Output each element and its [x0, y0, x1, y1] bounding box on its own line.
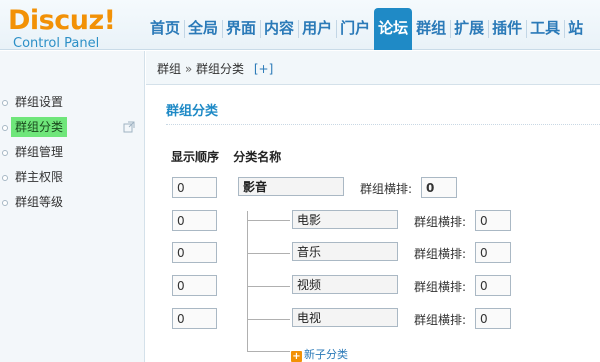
order-input[interactable] [172, 308, 217, 329]
nav-tab-site[interactable]: 站 [564, 8, 587, 50]
nav-tab-portal[interactable]: 门户 [336, 8, 374, 50]
column-header-name: 分类名称 [233, 150, 282, 164]
nav-tab-style[interactable]: 界面 [222, 8, 260, 50]
breadcrumb-add-button[interactable]: [+] [254, 62, 273, 76]
section-title: 群组分类 [166, 104, 219, 119]
bullet-icon [2, 125, 8, 131]
sidebar-item-owner-permissions[interactable]: 群主权限 [0, 165, 145, 190]
nav-tab-plugin[interactable]: 插件 [488, 8, 526, 50]
tree-connector [248, 319, 290, 320]
sidebar-menu: 群组设置 群组分类 群组管理 群主权限 群组等级 [0, 90, 145, 215]
sidebar-item-group-levels[interactable]: 群组等级 [0, 190, 145, 215]
breadcrumb-current: 群组分类 [196, 62, 245, 76]
discuz-logo[interactable]: Discuz! Control Panel [8, 5, 146, 51]
bullet-icon [2, 100, 8, 106]
per-row-input[interactable] [475, 275, 511, 296]
top-header: Discuz! Control Panel 首页 全局 界面 内容 用户 门户 … [0, 0, 600, 51]
breadcrumb-bar: 群组 » 群组分类 [+] [146, 51, 600, 85]
breadcrumb-root[interactable]: 群组 [157, 62, 181, 76]
add-subcategory-label: 新子分类 [304, 348, 348, 361]
nav-tab-global[interactable]: 全局 [184, 8, 222, 50]
nav-tab-extended[interactable]: 扩展 [450, 8, 488, 50]
tree-connector-vertical [247, 211, 248, 352]
sidebar-item-label: 群组等级 [15, 195, 64, 209]
per-row-input[interactable] [421, 177, 457, 198]
sidebar: 群组设置 群组分类 群组管理 群主权限 群组等级 [0, 51, 145, 362]
order-input[interactable] [172, 210, 217, 231]
sidebar-item-group-settings[interactable]: 群组设置 [0, 90, 145, 115]
sidebar-item-label: 群组管理 [15, 145, 64, 159]
tree-connector [248, 286, 290, 287]
add-subcategory-link[interactable]: + 新子分类 [291, 346, 348, 362]
nav-tab-tools[interactable]: 工具 [526, 8, 564, 50]
nav-tab-content[interactable]: 内容 [260, 8, 298, 50]
main-content: 群组 » 群组分类 [+] 群组分类 显示顺序 分类名称 群组横排: 群组横排:… [146, 51, 600, 362]
order-input[interactable] [172, 275, 217, 296]
sidebar-item-label: 群主权限 [15, 170, 64, 184]
sidebar-item-group-categories[interactable]: 群组分类 [0, 115, 145, 140]
sidebar-item-label: 群组设置 [15, 95, 64, 109]
table-header: 显示顺序 分类名称 [171, 148, 281, 165]
order-input[interactable] [172, 242, 217, 263]
open-in-new-icon[interactable] [123, 121, 135, 133]
category-name-input[interactable] [292, 242, 398, 261]
column-header-order: 显示顺序 [171, 150, 220, 164]
category-name-input[interactable] [292, 210, 398, 229]
plus-icon: + [291, 351, 302, 362]
per-row-label: 群组横排: [360, 182, 413, 196]
per-row-input[interactable] [475, 210, 511, 231]
per-row-label: 群组横排: [414, 247, 467, 261]
bullet-icon [2, 150, 8, 156]
order-input[interactable] [172, 177, 217, 198]
per-row-label: 群组横排: [414, 215, 467, 229]
per-row-label: 群组横排: [414, 280, 467, 294]
category-name-input[interactable] [292, 308, 398, 327]
logo-title: Discuz! [8, 5, 116, 36]
sidebar-item-group-manage[interactable]: 群组管理 [0, 140, 145, 165]
tree-connector [248, 220, 290, 221]
per-row-input[interactable] [475, 242, 511, 263]
sidebar-item-label: 群组分类 [11, 117, 68, 137]
tree-connector [248, 253, 290, 254]
nav-tab-group[interactable]: 群组 [412, 8, 450, 50]
nav-tab-user[interactable]: 用户 [298, 8, 336, 50]
category-name-input[interactable] [238, 177, 344, 196]
bullet-icon [2, 175, 8, 181]
breadcrumb: 群组 » 群组分类 [+] [157, 60, 273, 77]
logo-subtitle: Control Panel [13, 36, 100, 51]
per-row-input[interactable] [475, 308, 511, 329]
tree-connector [248, 351, 290, 352]
per-row-label: 群组横排: [414, 313, 467, 327]
top-nav: 首页 全局 界面 内容 用户 门户 论坛 群组 扩展 插件 工具 站 [146, 8, 587, 50]
section-divider [166, 124, 600, 125]
breadcrumb-separator: » [184, 62, 193, 76]
bullet-icon [2, 200, 8, 206]
nav-tab-home[interactable]: 首页 [146, 8, 184, 50]
nav-tab-forum[interactable]: 论坛 [374, 8, 413, 50]
category-name-input[interactable] [292, 275, 398, 294]
